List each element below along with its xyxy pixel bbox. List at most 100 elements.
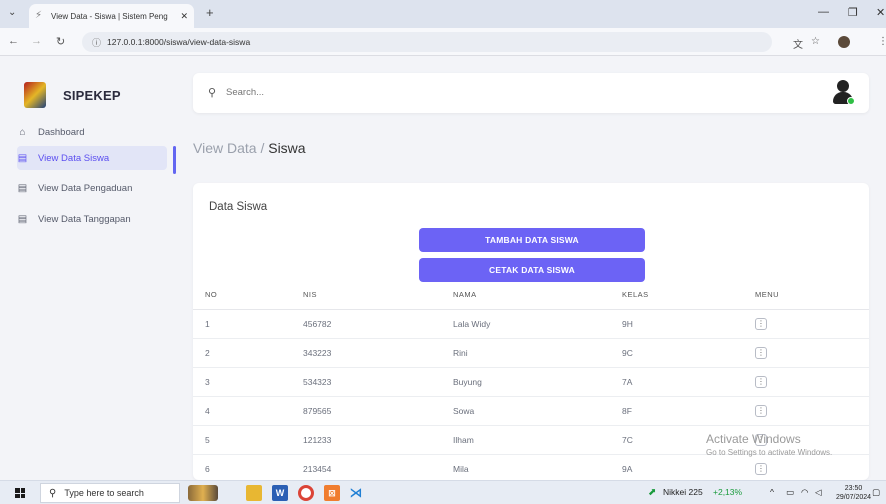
watermark-subtitle: Go to Settings to activate Windows.: [706, 448, 833, 457]
sidebar-item-view-data-tanggapan[interactable]: ▤ View Data Tanggapan: [17, 207, 167, 231]
url-text: 127.0.0.1:8000/siswa/view-data-siswa: [107, 37, 251, 47]
archive-icon: ▤: [17, 213, 28, 225]
breadcrumb: View Data / Siswa: [193, 140, 306, 156]
table-row: 3 534323 Buyung 7A ⋮: [193, 367, 869, 397]
cell-no: 3: [193, 367, 303, 397]
table-row: 2 343223 Rini 9C ⋮: [193, 338, 869, 368]
clock-date: 29/07/2024: [836, 494, 872, 501]
activate-windows-watermark: Activate Windows Go to Settings to activ…: [706, 432, 832, 457]
cell-kelas: 9A: [622, 454, 755, 480]
cell-kelas: 9H: [622, 309, 755, 339]
profile-avatar-icon[interactable]: [838, 36, 850, 48]
home-icon: ⌂: [19, 126, 26, 138]
brand-name: SIPEKEP: [63, 87, 121, 103]
column-header-no: NO: [193, 281, 303, 310]
taskbar-clock[interactable]: 23:50 29/07/2024: [836, 484, 871, 502]
translate-icon[interactable]: 文: [793, 36, 803, 51]
tab-title: View Data - Siswa | Sistem Peng: [51, 11, 168, 21]
browser-tab-bar: ⌄ ⚡ View Data - Siswa | Sistem Peng ✕ + …: [0, 0, 886, 28]
cell-nama: Ilham: [453, 425, 622, 455]
row-menu-icon[interactable]: ⋮: [755, 317, 767, 330]
add-student-button[interactable]: TAMBAH DATA SISWA: [419, 228, 645, 252]
tab-search-icon[interactable]: ⌄: [8, 7, 16, 18]
breadcrumb-current: Siswa: [268, 140, 306, 156]
close-window-icon[interactable]: ✕: [876, 6, 885, 19]
reload-icon[interactable]: ↻: [56, 35, 65, 48]
sidebar-item-view-data-siswa[interactable]: ▤ View Data Siswa: [17, 146, 167, 170]
cell-kelas: 9C: [622, 338, 755, 368]
row-menu-icon[interactable]: ⋮: [755, 462, 767, 475]
cell-nama: Rini: [453, 338, 622, 368]
word-icon[interactable]: W: [272, 485, 288, 501]
minimize-icon[interactable]: —: [818, 6, 829, 18]
browser-tab[interactable]: ⚡ View Data - Siswa | Sistem Peng ✕: [29, 4, 194, 28]
print-students-button[interactable]: CETAK DATA SISWA: [419, 258, 645, 282]
school-logo-icon: [24, 82, 46, 108]
brand[interactable]: SIPEKEP: [24, 82, 121, 108]
forward-icon[interactable]: →: [31, 35, 42, 47]
back-icon[interactable]: ←: [8, 35, 19, 47]
bookmark-star-icon[interactable]: ☆: [811, 36, 820, 47]
watermark-title: Activate Windows: [706, 432, 801, 446]
search-icon: ⚲: [208, 87, 217, 99]
cell-nis: 534323: [303, 367, 453, 397]
table-row: 6 213454 Mila 9A ⋮: [193, 454, 869, 480]
tray-expand-icon[interactable]: ^: [770, 487, 774, 497]
table-header-row: NO NIS NAMA KELAS MENU: [193, 281, 869, 310]
favicon-icon: ⚡: [35, 10, 43, 21]
wifi-icon[interactable]: ◠: [801, 487, 808, 498]
sidebar-item-label: Dashboard: [38, 126, 85, 138]
cell-no: 4: [193, 396, 303, 426]
table-row: 1 456782 Lala Widy 9H ⋮: [193, 309, 869, 339]
table-row: 4 879565 Sowa 8F ⋮: [193, 396, 869, 426]
user-avatar-icon[interactable]: [832, 80, 855, 106]
cell-nama: Mila: [453, 454, 622, 480]
column-header-nis: NIS: [303, 281, 453, 310]
cell-no: 6: [193, 454, 303, 480]
address-bar: ← → ↻ ⓘ 127.0.0.1:8000/siswa/view-data-s…: [0, 28, 886, 56]
battery-icon[interactable]: ▭: [786, 487, 794, 498]
vscode-icon[interactable]: ⋊: [348, 485, 364, 501]
taskbar-search-placeholder: Type here to search: [64, 488, 144, 498]
sidebar-item-label: View Data Tanggapan: [38, 213, 131, 225]
sidebar-item-view-data-pengaduan[interactable]: ▤ View Data Pengaduan: [17, 176, 167, 200]
online-status-dot: [847, 97, 855, 105]
restore-icon[interactable]: ❐: [848, 6, 858, 19]
cell-kelas: 7A: [622, 367, 755, 397]
archive-icon: ▤: [17, 152, 28, 164]
notifications-icon[interactable]: ▢: [872, 487, 880, 498]
url-field[interactable]: ⓘ 127.0.0.1:8000/siswa/view-data-siswa: [82, 32, 772, 52]
sidebar-item-label: View Data Siswa: [38, 152, 110, 164]
archive-icon: ▤: [17, 182, 28, 194]
new-tab-icon[interactable]: +: [206, 5, 214, 20]
breadcrumb-parent: View Data /: [193, 140, 269, 156]
cell-nis: 121233: [303, 425, 453, 455]
sidebar-item-label: View Data Pengaduan: [38, 182, 133, 194]
file-explorer-icon[interactable]: [246, 485, 262, 501]
windows-start-icon[interactable]: [15, 488, 25, 498]
xampp-icon[interactable]: ⊠: [324, 485, 340, 501]
cell-nis: 343223: [303, 338, 453, 368]
cell-no: 1: [193, 309, 303, 339]
row-menu-icon[interactable]: ⋮: [755, 375, 767, 388]
chrome-icon[interactable]: [298, 485, 314, 501]
cell-nis: 456782: [303, 309, 453, 339]
search-icon: ⚲: [49, 487, 57, 499]
volume-icon[interactable]: ◁: [815, 487, 822, 498]
taskbar-news-icon[interactable]: [188, 485, 218, 501]
row-menu-icon[interactable]: ⋮: [755, 404, 767, 417]
site-info-icon[interactable]: ⓘ: [92, 36, 101, 49]
ticker-name[interactable]: Nikkei 225: [663, 487, 703, 497]
cell-no: 2: [193, 338, 303, 368]
browser-menu-icon[interactable]: ⋮: [878, 36, 886, 47]
row-menu-icon[interactable]: ⋮: [755, 346, 767, 359]
cell-nama: Sowa: [453, 396, 622, 426]
windows-taskbar: ⚲ Type here to search W ⊠ ⋊ ⬈ Nikkei 225…: [0, 480, 886, 504]
cell-no: 5: [193, 425, 303, 455]
sidebar-item-dashboard[interactable]: ⌂ Dashboard: [17, 120, 167, 144]
search-input[interactable]: [226, 87, 526, 98]
cell-nis: 879565: [303, 396, 453, 426]
column-header-nama: NAMA: [453, 281, 622, 310]
taskbar-search[interactable]: ⚲ Type here to search: [40, 483, 180, 503]
tab-close-icon[interactable]: ✕: [180, 11, 188, 22]
